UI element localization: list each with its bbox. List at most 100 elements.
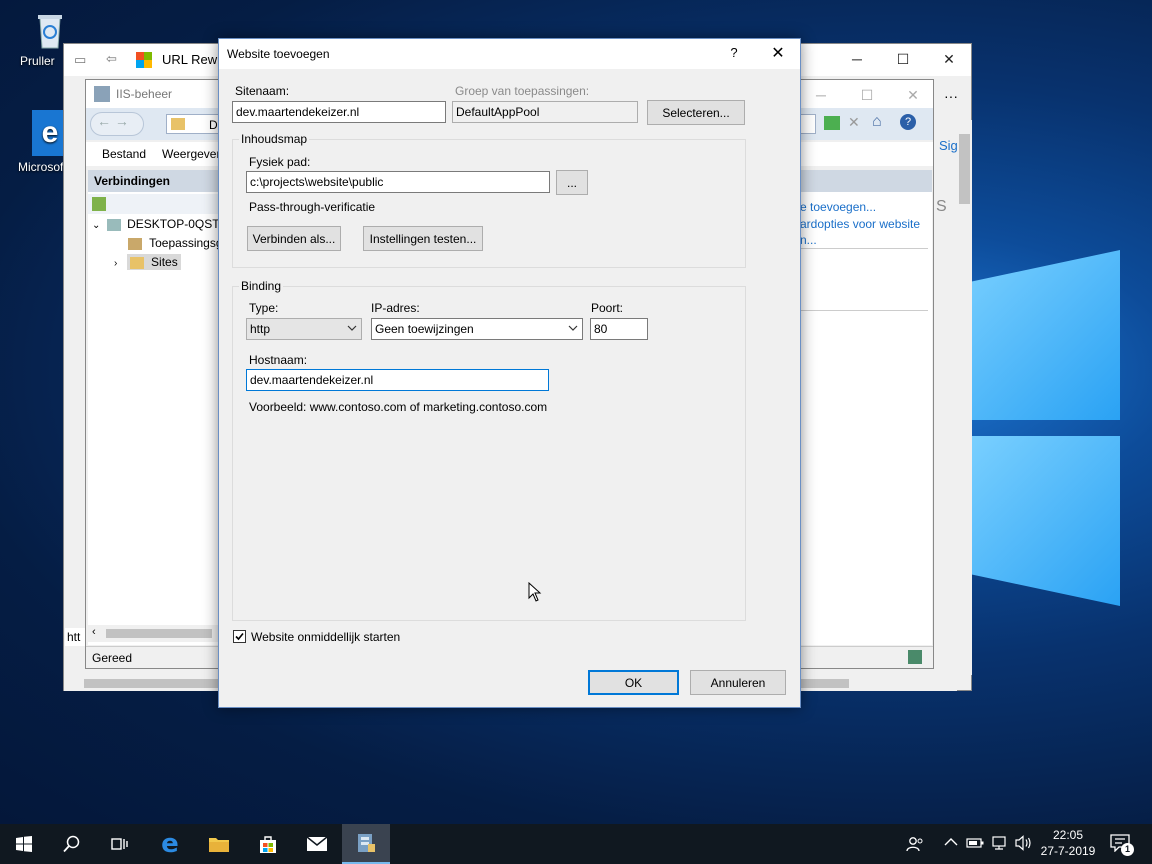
back-forward-buttons[interactable]: ← → (90, 112, 144, 136)
desktop-icon-label: Pruller (20, 54, 55, 68)
tree-scrollbar[interactable]: ‹ (88, 625, 218, 642)
edge-text: Sig (939, 138, 958, 153)
connect-as-button[interactable]: Verbinden als... (247, 226, 341, 251)
actions-edge-text: S (936, 198, 947, 215)
ip-address-select[interactable]: Geen toewijzingen (371, 318, 583, 340)
start-button[interactable] (0, 824, 48, 864)
battery-icon[interactable] (966, 837, 984, 852)
help-button[interactable]: ? (719, 45, 749, 60)
actions-panel: e toevoegen... ardopties voor website n.… (800, 170, 947, 645)
refresh-icon[interactable] (824, 116, 840, 130)
expand-icon: ⌄ (92, 220, 101, 231)
tree-root[interactable]: ⌄ DESKTOP-0QSTE (92, 217, 228, 231)
task-view-button[interactable] (96, 824, 144, 864)
more-icon[interactable]: ··· (944, 88, 958, 104)
windows-logo-wallpaper (960, 250, 1152, 620)
close-button[interactable]: ✕ (890, 80, 936, 110)
chevron-up-icon[interactable] (944, 836, 958, 851)
action-more[interactable]: n... (800, 233, 817, 247)
network-icon[interactable] (991, 835, 1009, 854)
ip-address-label: IP-adres: (371, 301, 420, 315)
action-center-button[interactable]: 1 (1108, 834, 1136, 856)
maximize-button[interactable]: ☐ (844, 80, 890, 110)
site-name-input[interactable]: dev.maartendekeizer.nl (232, 101, 446, 123)
clock[interactable]: 22:05 27-7-2019 (1038, 827, 1098, 859)
binding-caption: Binding (239, 279, 284, 293)
iis-icon (358, 834, 375, 852)
mail-icon (306, 836, 328, 851)
close-button[interactable]: ✕ (759, 43, 797, 65)
store-icon (260, 836, 276, 853)
home-icon[interactable]: ⌂ (872, 113, 882, 131)
search-icon (63, 835, 80, 853)
select-app-pool-button[interactable]: Selecteren... (647, 100, 745, 125)
app-pool-input: DefaultAppPool (452, 101, 638, 123)
connections-header: Verbindingen (88, 170, 218, 192)
taskbar: e 22:05 27-7-2019 1 (0, 824, 1152, 864)
connect-icon[interactable] (92, 197, 106, 211)
search-button[interactable] (48, 824, 96, 864)
passthrough-label: Pass-through-verificatie (249, 200, 376, 214)
clock-date: 27-7-2019 (1040, 844, 1096, 858)
volume-icon[interactable] (1015, 835, 1033, 854)
menu-bestand[interactable]: Bestand (102, 147, 146, 161)
action-default-options[interactable]: ardopties voor website (800, 217, 920, 231)
hostname-input[interactable]: dev.maartendekeizer.nl (246, 369, 549, 391)
minimize-button[interactable]: ─ (798, 80, 844, 110)
dialog-titlebar[interactable]: Website toevoegen ? ✕ (219, 39, 800, 69)
windows-start-icon (16, 836, 32, 852)
physical-path-input[interactable]: c:\projects\website\public (246, 171, 550, 193)
app-pool-label: Groep van toepassingen: (455, 84, 590, 98)
scrollbar-vertical[interactable] (957, 120, 972, 675)
people-icon[interactable] (906, 836, 924, 855)
mail-button[interactable] (293, 824, 341, 864)
store-button[interactable] (244, 824, 292, 864)
minimize-button[interactable]: ─ (834, 44, 880, 74)
type-select[interactable]: http (246, 318, 362, 340)
menu-weergeven[interactable]: Weergever (162, 147, 220, 161)
file-explorer-button[interactable] (195, 824, 243, 864)
tree-sites[interactable]: › Sites (114, 254, 181, 270)
folder-icon (209, 838, 229, 852)
help-icon[interactable]: ? (900, 114, 916, 130)
port-label: Poort: (591, 301, 624, 315)
start-website-checkbox[interactable] (233, 630, 246, 643)
iis-taskbar-button[interactable] (342, 824, 390, 864)
hostname-label: Hostnaam: (249, 353, 308, 367)
ok-button[interactable]: OK (588, 670, 679, 695)
address-text: D (209, 118, 218, 132)
window-title: URL Rewri (162, 52, 225, 67)
window-title: IIS-beheer (116, 87, 173, 101)
hostname-example-text: Voorbeeld: www.contoso.com of marketing.… (249, 400, 548, 414)
maximize-button[interactable]: ☐ (880, 44, 926, 74)
port-input[interactable]: 80 (590, 318, 648, 340)
test-settings-button[interactable]: Instellingen testen... (363, 226, 483, 251)
iis-app-icon (94, 86, 110, 102)
rewrite-app-icon (136, 52, 152, 68)
tree-sites-label: Sites (151, 255, 178, 269)
browse-button[interactable]: ... (556, 170, 588, 195)
chevron-down-icon (347, 325, 357, 331)
status-icon (908, 650, 922, 664)
connections-panel: Verbindingen ⌄ DESKTOP-0QSTE Toepassings… (88, 170, 228, 645)
cancel-button[interactable]: Annuleren (690, 670, 786, 695)
close-button[interactable]: ✕ (926, 44, 972, 74)
checkmark-icon (235, 632, 244, 641)
action-add-website[interactable]: e toevoegen... (800, 200, 876, 214)
type-value: http (250, 322, 271, 336)
app-pool-icon (128, 237, 142, 250)
dialog-title: Website toevoegen (227, 47, 330, 61)
start-website-label[interactable]: Website onmiddellijk starten (251, 630, 400, 644)
chevron-down-icon (568, 325, 578, 331)
tree-app-pools[interactable]: Toepassingsg (128, 236, 223, 250)
tree-root-label: DESKTOP-0QSTE (127, 217, 228, 231)
add-website-dialog: Website toevoegen ? ✕ Sitenaam: dev.maar… (218, 38, 801, 708)
back-icon: ⇦ (106, 51, 117, 66)
edge-taskbar-button[interactable]: e (146, 824, 194, 864)
ip-address-value: Geen toewijzingen (375, 322, 474, 336)
type-label: Type: (249, 301, 279, 315)
content-directory-caption: Inhoudsmap (239, 132, 310, 146)
folder-icon (129, 256, 144, 269)
stop-icon[interactable]: ✕ (848, 114, 860, 131)
collapse-icon: › (114, 258, 118, 269)
